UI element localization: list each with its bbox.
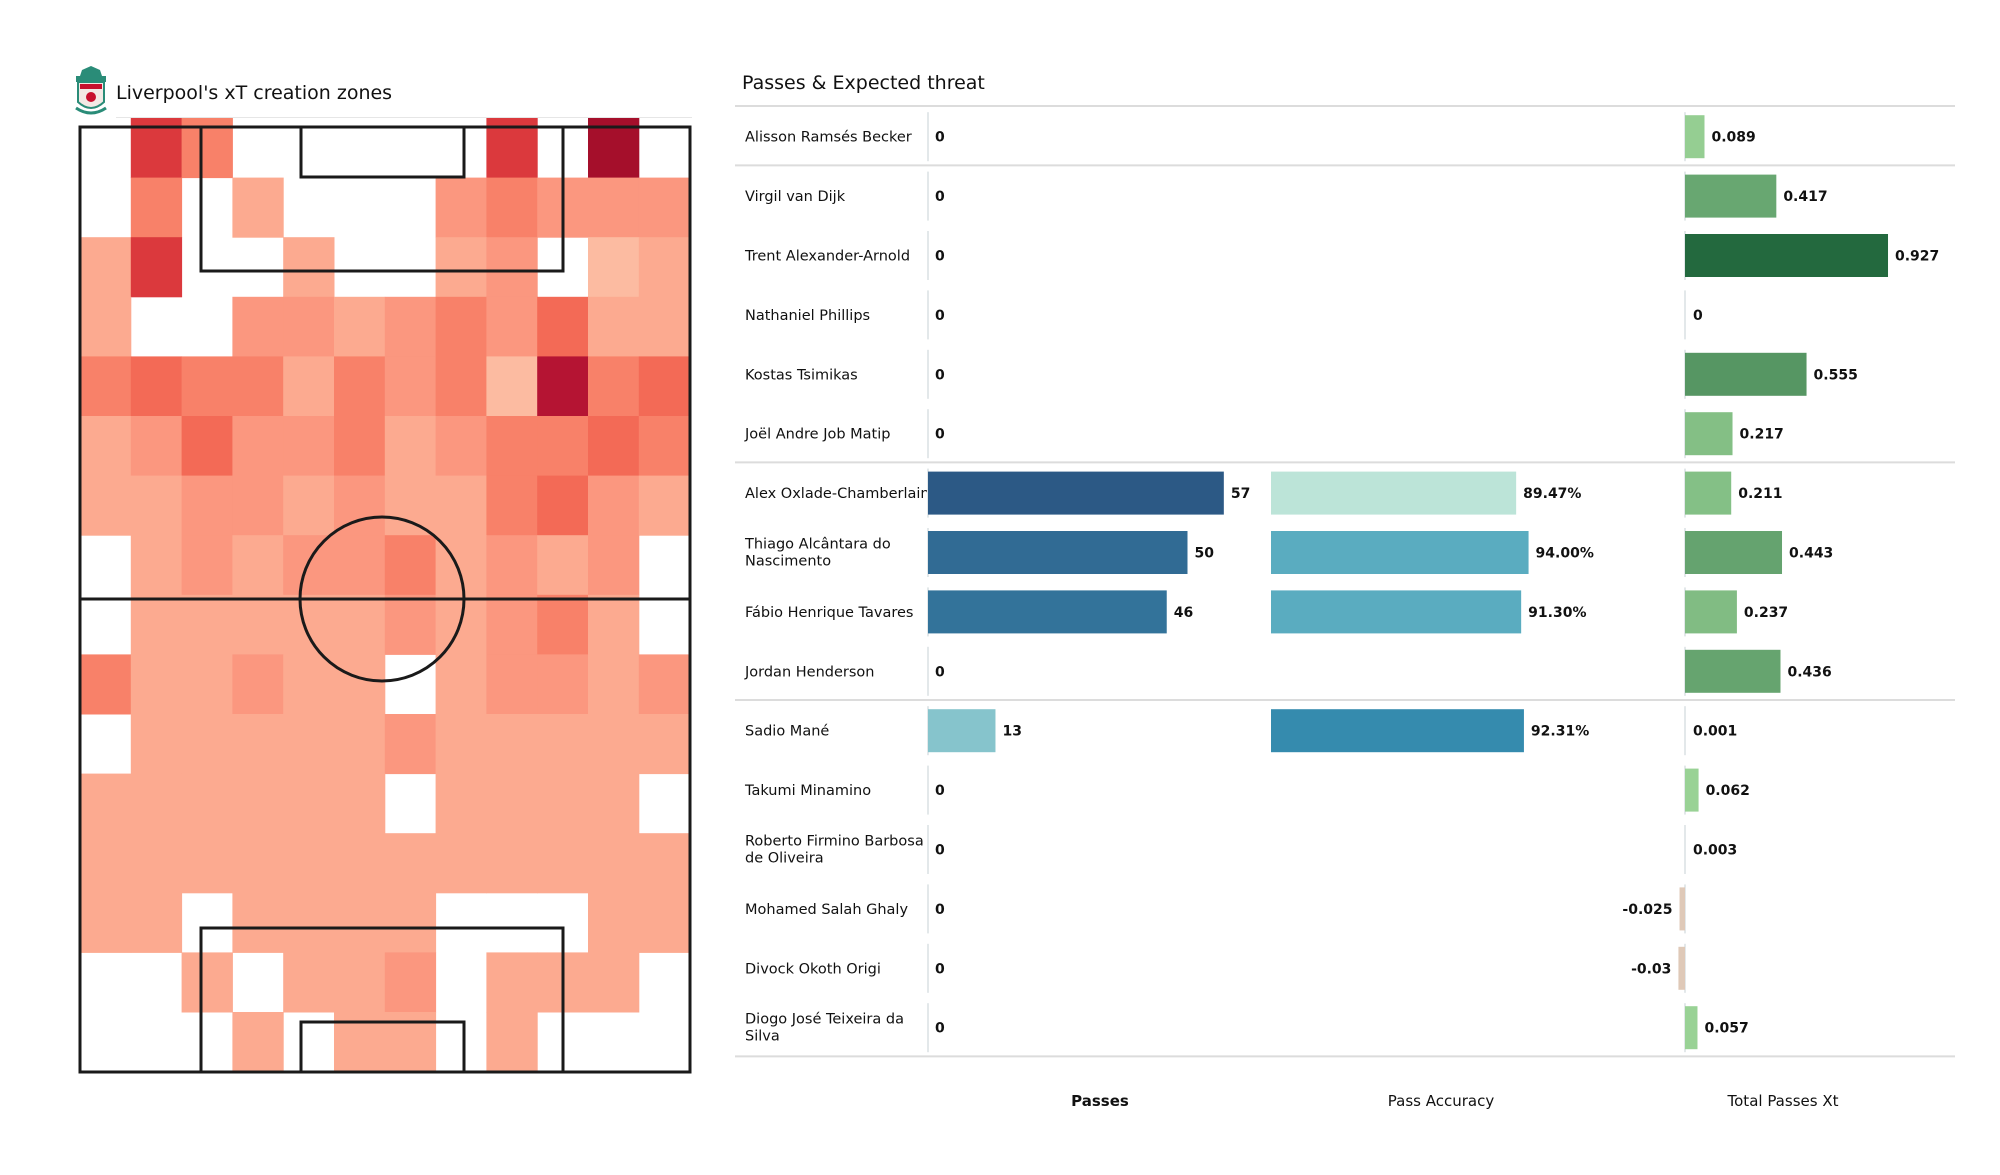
passes-bar: [928, 709, 996, 753]
pass-accuracy-value: 89.47%: [1523, 486, 1581, 502]
pass-accuracy-bar: [1271, 531, 1529, 574]
passes-value: 13: [1002, 724, 1021, 740]
xt-bar-negative: [1678, 946, 1685, 990]
passes-value: 50: [1195, 546, 1215, 562]
xt-value: 0.001: [1693, 724, 1737, 740]
table-row: Mohamed Salah Ghaly 0 -0.025: [745, 884, 1686, 934]
passes-bar: [928, 531, 1188, 574]
xt-bar: [1685, 115, 1705, 159]
xt-value: 0.436: [1787, 664, 1831, 680]
passes-value: 0: [935, 902, 945, 918]
xt-value: 0.555: [1814, 367, 1858, 383]
xt-bar: [1685, 1006, 1698, 1050]
passes-xt-table: Alisson Ramsés Becker 0 0.089 Virgil van Di…: [735, 105, 1955, 1058]
passes-value: 0: [935, 367, 945, 383]
xt-bar: [1685, 768, 1699, 812]
passes-value: 0: [935, 1021, 945, 1037]
player-name: Trent Alexander-Arnold: [744, 249, 910, 265]
passes-bar: [928, 471, 1224, 515]
player-name: Roberto Firmino Barbosa de Oliveira: [745, 834, 924, 867]
table-row: Virgil van Dijk 0 0.417: [745, 171, 1828, 221]
xt-bar: [1685, 174, 1777, 218]
passes-value: 46: [1174, 605, 1193, 621]
xt-bar: [1685, 531, 1783, 574]
table-row: Diogo José Teixeira da Silva 0 0.057: [745, 1003, 1749, 1053]
pass-accuracy-bar: [1271, 471, 1517, 515]
player-name: Alex Oxlade-Chamberlain: [745, 486, 930, 502]
player-name: Mohamed Salah Ghaly: [745, 902, 908, 918]
xt-value: 0.003: [1693, 843, 1737, 859]
table-row: Thiago Alcântara do Nascimento 50 94.00% 0.4…: [744, 528, 1833, 577]
xt-value: 0.443: [1789, 546, 1833, 562]
xt-value: -0.03: [1631, 961, 1671, 977]
pass-accuracy-bar: [1271, 709, 1524, 753]
passes-value: 0: [935, 130, 945, 146]
xt-bar-negative: [1679, 887, 1685, 931]
player-name: Fábio Henrique Tavares: [745, 605, 913, 621]
xt-value: 0.211: [1738, 486, 1782, 502]
table-row: Sadio Mané 13 92.31% 0.001: [745, 706, 1737, 756]
xt-value: 0.057: [1704, 1021, 1748, 1037]
pass-accuracy-bar: [1271, 590, 1522, 634]
player-name: Virgil van Dijk: [745, 189, 846, 205]
player-name: Nathaniel Phillips: [745, 308, 870, 324]
player-name: Takumi Minamino: [744, 783, 871, 799]
player-name: Kostas Tsimikas: [745, 367, 858, 383]
table-row: Takumi Minamino 0 0.062: [744, 765, 1750, 815]
passes-value: 0: [935, 961, 945, 977]
table-row: Nathaniel Phillips 0 0: [745, 290, 1703, 340]
xt-value: 0.927: [1895, 249, 1939, 265]
passes-value: 57: [1231, 486, 1250, 502]
player-name: Diogo José Teixeira da Silva: [745, 1012, 904, 1045]
xt-value: 0.417: [1783, 189, 1827, 205]
table-row: Divock Okoth Origi 0 -0.03: [745, 943, 1686, 993]
passes-value: 0: [935, 308, 945, 324]
player-name: Sadio Mané: [745, 724, 829, 740]
passes-value: 0: [935, 843, 945, 859]
table-row: Fábio Henrique Tavares 46 91.30% 0.237: [745, 587, 1788, 637]
table-row: Alisson Ramsés Becker 0 0.089: [745, 112, 1756, 162]
column-label-passes: Passes: [1071, 1092, 1129, 1110]
xt-bar: [1685, 590, 1737, 634]
table-row: Kostas Tsimikas 0 0.555: [745, 349, 1858, 399]
player-name: Divock Okoth Origi: [745, 961, 881, 977]
xt-value: 0.217: [1740, 427, 1784, 443]
xt-value: 0.089: [1711, 130, 1755, 146]
xt-bar: [1685, 412, 1733, 456]
pass-accuracy-value: 91.30%: [1528, 605, 1586, 621]
xt-bar: [1685, 649, 1781, 693]
table-row: Trent Alexander-Arnold 0 0.927: [744, 231, 1939, 280]
pass-accuracy-value: 94.00%: [1536, 546, 1594, 562]
xt-value: -0.025: [1622, 902, 1672, 918]
player-name: Thiago Alcântara do Nascimento: [744, 537, 891, 570]
passes-value: 0: [935, 249, 945, 265]
pass-accuracy-value: 92.31%: [1531, 724, 1589, 740]
xt-bar: [1685, 471, 1732, 515]
xt-bar: [1685, 234, 1889, 277]
table-row: Alex Oxlade-Chamberlain 57 89.47% 0.211: [745, 468, 1783, 518]
xt-value: 0.237: [1744, 605, 1788, 621]
column-label-total-xt: Total Passes Xt: [1727, 1092, 1839, 1110]
column-label-pass-accuracy: Pass Accuracy: [1387, 1092, 1495, 1110]
table-row: Joël Andre Job Matip 0 0.217: [744, 409, 1784, 459]
player-name: Joël Andre Job Matip: [744, 427, 890, 443]
xt-value: 0: [1693, 308, 1703, 324]
xt-value: 0.062: [1706, 783, 1750, 799]
table-row: Roberto Firmino Barbosa de Oliveira 0 0.003: [745, 825, 1737, 874]
passes-value: 0: [935, 664, 945, 680]
passes-value: 0: [935, 189, 945, 205]
player-name: Alisson Ramsés Becker: [745, 130, 912, 146]
table-row: Jordan Henderson 0 0.436: [744, 646, 1832, 696]
xt-bar: [1685, 352, 1807, 396]
passes-bar: [928, 590, 1167, 634]
player-name: Jordan Henderson: [744, 664, 874, 680]
passes-value: 0: [935, 783, 945, 799]
passes-value: 0: [935, 427, 945, 443]
